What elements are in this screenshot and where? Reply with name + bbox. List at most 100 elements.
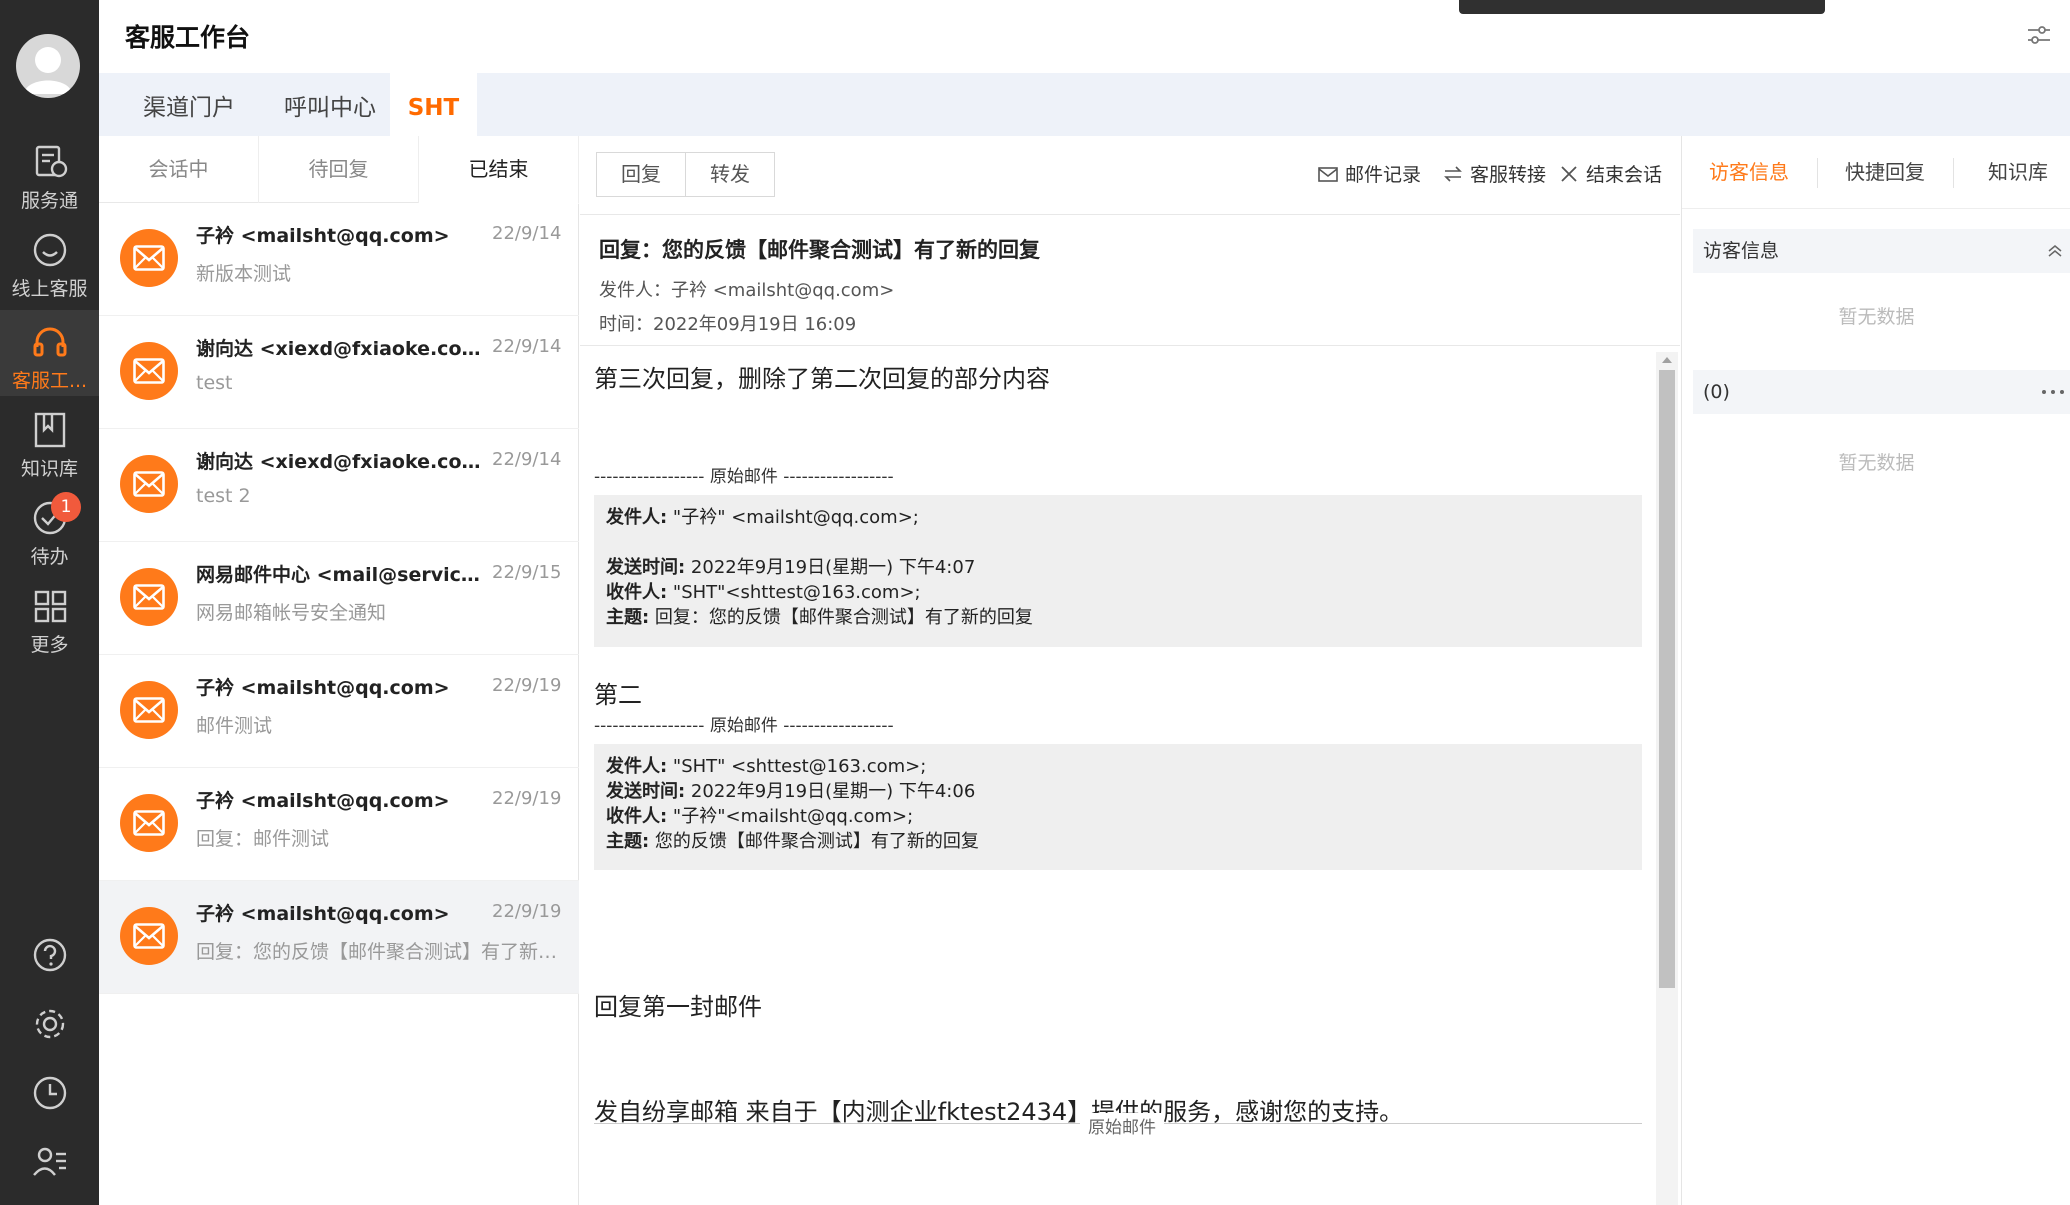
nav-item-more[interactable]: 更多: [0, 586, 99, 672]
mail-detail-pane: 回复 转发 邮件记录 客服转接 结束会话 回复：您的反馈【邮件聚合测试】有了新的…: [580, 136, 1680, 1205]
nav-item-knowledge[interactable]: 知识库: [0, 410, 99, 496]
quote-from-label: 发件人:: [606, 507, 668, 528]
tab-call-center[interactable]: 呼叫中心: [264, 73, 396, 136]
envelope-icon: [133, 471, 165, 497]
conversation-name: 子衿 <mailsht@qq.com>: [196, 903, 450, 925]
quote-to: "SHT"<shttest@163.com>;: [667, 582, 921, 603]
transfer-button[interactable]: 客服转接: [1442, 160, 1546, 187]
avatar[interactable]: [16, 34, 80, 98]
quoted-mail-block: 发件人: "SHT" <shttest@163.com>; 发送时间: 2022…: [594, 744, 1642, 870]
quote-from-label: 发件人:: [606, 756, 668, 777]
todo-badge: 1: [51, 492, 81, 522]
mail-header: 回复：您的反馈【邮件聚合测试】有了新的回复 发件人：子衿 <mailsht@qq…: [580, 216, 1680, 346]
conversation-date: 22/9/15: [492, 562, 562, 583]
tab-pending-reply[interactable]: 待回复: [259, 136, 419, 203]
conversation-name: 子衿 <mailsht@qq.com>: [196, 225, 450, 247]
conversation-name: 谢向达 <xiexd@fxiaoke.com>: [196, 451, 486, 473]
mail-avatar: [120, 342, 178, 400]
envelope-icon: [133, 810, 165, 836]
nav-item-online-service[interactable]: 线上客服: [0, 230, 99, 316]
scroll-up-arrow-icon[interactable]: [1660, 355, 1674, 365]
mail-avatar: [120, 455, 178, 513]
conversation-item[interactable]: 子衿 <mailsht@qq.com> 22/9/19 邮件测试: [99, 655, 579, 768]
nav-item-service[interactable]: 服务通: [0, 142, 99, 228]
original-mail-label: 原始邮件: [1080, 1113, 1164, 1138]
nav-item-todo[interactable]: 待办 1: [0, 492, 99, 584]
quote-sent: 2022年9月19日(星期一) 下午4:07: [685, 557, 976, 578]
secondary-panel-title: (0): [1703, 381, 1730, 403]
tab-in-session[interactable]: 会话中: [99, 136, 259, 203]
mail-time: 时间：2022年09月19日 16:09: [599, 314, 857, 335]
mail-record-button[interactable]: 邮件记录: [1317, 160, 1421, 187]
envelope-icon: [133, 584, 165, 610]
conversation-item[interactable]: 谢向达 <xiexd@fxiaoke.com> 22/9/14 test 2: [99, 429, 579, 542]
collapse-chevron-icon[interactable]: [2047, 244, 2063, 258]
quote-subject-label: 主题:: [606, 831, 650, 852]
nav-label: 待办: [30, 546, 69, 568]
headset-icon: [33, 327, 66, 357]
visitor-info-header[interactable]: 访客信息: [1693, 229, 2070, 273]
nav-item-workbench[interactable]: 客服工...: [0, 310, 99, 396]
nav-label: 客服工...: [11, 370, 88, 392]
tab-knowledge-base[interactable]: 知识库: [1972, 136, 2064, 209]
conversation-item[interactable]: 子衿 <mailsht@qq.com> 22/9/19 回复：您的反馈【邮件聚合测试…: [99, 881, 579, 994]
mail-body[interactable]: 第三次回复，删除了第二次回复的部分内容 ------------------ 原…: [580, 347, 1680, 1205]
clock-icon[interactable]: [30, 1073, 70, 1113]
empty-state-text: 暂无数据: [1838, 452, 1915, 474]
conversation-item[interactable]: 网易邮件中心 <mail@service.netease.com> 22/9/15…: [99, 542, 579, 655]
tab-ended[interactable]: 已结束: [419, 136, 579, 204]
tab-sht[interactable]: SHT: [390, 73, 477, 136]
mail-body-text: 第二: [594, 681, 642, 709]
gear-icon[interactable]: [30, 1004, 70, 1044]
conversation-preview: 新版本测试: [196, 263, 292, 285]
reply-button[interactable]: 回复: [596, 152, 686, 197]
conversation-date: 22/9/19: [492, 901, 562, 922]
action-bar: 回复 转发 邮件记录 客服转接 结束会话: [580, 136, 1680, 215]
app-title: 客服工作台: [125, 23, 251, 52]
channel-tabs: 渠道门户 呼叫中心 SHT: [99, 73, 2070, 136]
envelope-icon: [133, 697, 165, 723]
conversation-item[interactable]: 子衿 <mailsht@qq.com> 22/9/19 回复：邮件测试: [99, 768, 579, 881]
secondary-panel-header[interactable]: (0): [1693, 370, 2070, 414]
more-dots-icon[interactable]: [2041, 388, 2065, 396]
tab-channel-portal[interactable]: 渠道门户: [123, 73, 255, 136]
forward-button[interactable]: 转发: [685, 152, 775, 197]
quote-sent: 2022年9月19日(星期一) 下午4:06: [685, 781, 976, 802]
conversation-item[interactable]: 谢向达 <xiexd@fxiaoke.com> 22/9/14 test: [99, 316, 579, 429]
conversation-preview: test 2: [196, 485, 251, 507]
conversation-preview: 网易邮箱帐号安全通知: [196, 602, 387, 624]
transfer-icon: [1444, 166, 1462, 182]
user-list-icon[interactable]: [30, 1142, 70, 1182]
end-session-label: 结束会话: [1586, 164, 1663, 186]
empty-state-text: 暂无数据: [1838, 306, 1915, 328]
conversation-name: 网易邮件中心 <mail@service.netease.com>: [196, 564, 486, 586]
conversation-date: 22/9/19: [492, 675, 562, 696]
quote-from: "子衿" <mailsht@qq.com>;: [667, 507, 919, 528]
conversation-name: 子衿 <mailsht@qq.com>: [196, 677, 450, 699]
conversation-date: 22/9/14: [492, 223, 562, 244]
end-session-button[interactable]: 结束会话: [1558, 160, 1662, 187]
conversation-name: 子衿 <mailsht@qq.com>: [196, 790, 450, 812]
tab-quick-reply[interactable]: 快捷回复: [1830, 136, 1940, 209]
conversation-item[interactable]: 子衿 <mailsht@qq.com> 22/9/14 新版本测试: [99, 203, 579, 316]
quote-to: "子衿"<mailsht@qq.com>;: [667, 806, 914, 827]
quote-sent-label: 发送时间:: [606, 557, 686, 578]
quote-subject: 您的反馈【邮件聚合测试】有了新的回复: [649, 831, 979, 852]
tab-divider: [1953, 158, 1954, 188]
envelope-icon: [1318, 167, 1338, 182]
visitor-info-title: 访客信息: [1703, 240, 1780, 262]
quote-subject-label: 主题:: [606, 607, 650, 628]
right-tabs: 访客信息 快捷回复 知识库: [1682, 136, 2070, 209]
quote-sent-label: 发送时间:: [606, 781, 686, 802]
conversation-preview: 回复：您的反馈【邮件聚合测试】有了新的回复: [196, 941, 562, 963]
scrollbar-thumb[interactable]: [1659, 370, 1675, 988]
help-icon[interactable]: [30, 935, 70, 975]
filter-settings-icon[interactable]: [2024, 20, 2054, 50]
status-tabs: 会话中 待回复 已结束: [99, 136, 579, 204]
original-mail-divider: ------------------ 原始邮件 ----------------…: [594, 716, 894, 736]
envelope-icon: [133, 245, 165, 271]
tab-visitor-info[interactable]: 访客信息: [1694, 136, 1804, 209]
mail-avatar: [120, 907, 178, 965]
nav-label: 服务通: [20, 190, 78, 212]
mail-avatar: [120, 568, 178, 626]
